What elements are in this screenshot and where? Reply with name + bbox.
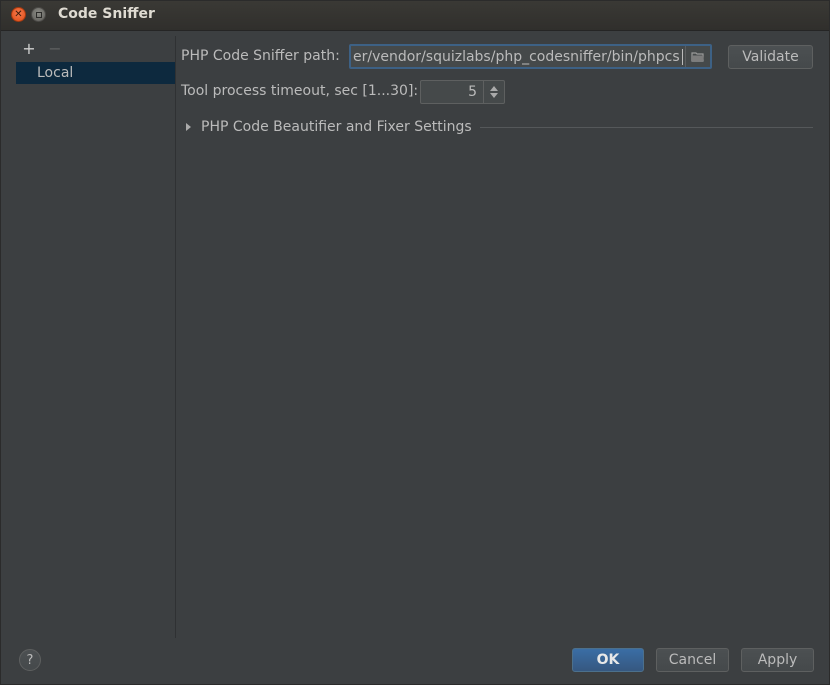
expand-arrow-icon[interactable]	[186, 123, 191, 131]
spinner-up-icon[interactable]	[490, 86, 498, 91]
help-button[interactable]: ?	[19, 649, 41, 671]
path-label: PHP Code Sniffer path:	[181, 48, 340, 64]
timeout-value: 5	[468, 84, 477, 100]
ok-button[interactable]: OK	[572, 648, 644, 672]
config-item-label: Local	[37, 65, 74, 81]
apply-button[interactable]: Apply	[741, 648, 814, 672]
browse-folder-button[interactable]	[685, 46, 710, 67]
phpcs-path-input[interactable]: er/vendor/squizlabs/php_codesniffer/bin/…	[349, 44, 712, 69]
path-row: PHP Code Sniffer path:	[181, 48, 340, 64]
configurations-toolbar: + −	[14, 36, 175, 60]
question-icon: ?	[26, 652, 34, 668]
title-bar[interactable]: ✕ Code Sniffer	[1, 1, 829, 31]
section-divider	[479, 126, 813, 128]
beautifier-fixer-section[interactable]: PHP Code Beautifier and Fixer Settings	[186, 118, 813, 136]
spinner-down-icon[interactable]	[490, 93, 498, 98]
section-title: PHP Code Beautifier and Fixer Settings	[201, 119, 472, 135]
maximize-icon	[35, 11, 42, 18]
cancel-button[interactable]: Cancel	[656, 648, 729, 672]
maximize-window-button[interactable]	[31, 7, 46, 22]
config-item-local[interactable]: Local	[16, 62, 175, 84]
plus-icon: +	[22, 38, 36, 58]
window-title: Code Sniffer	[58, 6, 155, 22]
spinner-arrows[interactable]	[483, 81, 504, 103]
code-sniffer-dialog: ✕ Code Sniffer + − Local PHP Code Sniffe…	[0, 0, 830, 685]
timeout-label: Tool process timeout, sec [1...30]:	[181, 83, 419, 99]
close-icon: ✕	[14, 8, 23, 20]
timeout-row: Tool process timeout, sec [1...30]:	[181, 83, 418, 99]
phpcs-path-value: er/vendor/squizlabs/php_codesniffer/bin/…	[353, 48, 680, 65]
timeout-spinner[interactable]: 5	[420, 80, 505, 104]
text-caret	[682, 48, 683, 65]
configurations-list: Local	[16, 62, 175, 84]
close-window-button[interactable]: ✕	[11, 7, 26, 22]
minus-icon: −	[48, 38, 62, 58]
add-configuration-button[interactable]: +	[18, 37, 40, 59]
folder-icon	[691, 52, 704, 62]
validate-button[interactable]: Validate	[728, 45, 813, 69]
configurations-panel: + − Local	[14, 36, 176, 638]
remove-configuration-button[interactable]: −	[44, 37, 66, 59]
settings-panel: PHP Code Sniffer path: er/vendor/squizla…	[176, 36, 816, 638]
